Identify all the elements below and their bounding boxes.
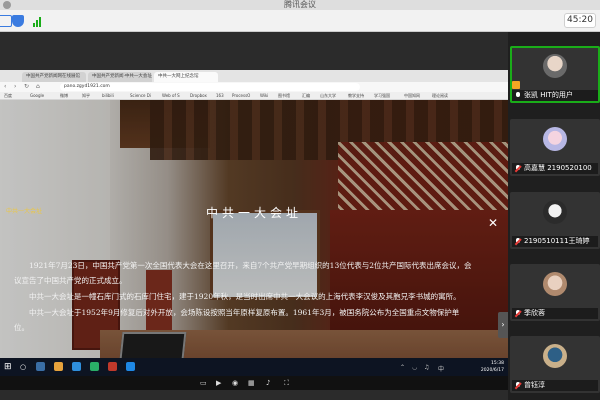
participant-nameplate: 张凯 HIT的用户	[512, 90, 598, 101]
play-icon[interactable]: ▶	[216, 378, 221, 388]
intro-paragraph: 1921年7月23日，中国共产党第一次全国代表大会在这里召开，来自7个共产党早期…	[14, 261, 472, 285]
bookmark-item[interactable]: 图书馆	[278, 92, 290, 100]
microphone-muted-icon	[515, 165, 521, 172]
vr-icon[interactable]: ▭	[200, 378, 207, 388]
shared-screen: 中国共产党新闻网在线展馆 中国共产党新闻·中共一大会址 中共一大网上纪念馆 ‹ …	[0, 32, 508, 400]
participant-name: 高嘉慧 2190520100	[524, 164, 592, 172]
participant-tile[interactable]: 高嘉慧 2190520100	[510, 119, 600, 176]
avatar	[543, 54, 567, 78]
bookmark-item[interactable]: 教学支持	[348, 92, 364, 100]
microphone-muted-icon	[515, 382, 521, 389]
network-icon[interactable]: ◡	[412, 364, 417, 371]
forward-icon[interactable]: ›	[14, 83, 16, 91]
participant-tile[interactable]: 季欣蓉	[510, 264, 600, 321]
microphone-muted-icon	[515, 238, 521, 245]
windows-taskbar: ⊞ ○ ⌃ ◡ ♫ 中 15:38 2020/6/17	[0, 358, 508, 376]
thumbnails-icon[interactable]: ▦	[248, 378, 255, 388]
bookmark-item[interactable]: 理论阅读	[432, 92, 448, 100]
intro-title: 中共一大会址	[205, 206, 302, 220]
participant-name: 张凯 HIT的用户	[524, 91, 573, 99]
participant-nameplate: 高嘉慧 2190520100	[512, 163, 598, 174]
bookmarks-bar: 百度 Google 微博 知乎 bilibili Science Di Web …	[0, 92, 508, 100]
participant-name: 曾钰淳	[524, 381, 545, 389]
panorama-viewer[interactable]: 中共一大会址 中共一大会址 ✕ 1921年7月23日，中国共产党第一次全国代表大…	[0, 100, 508, 376]
microphone-icon	[515, 92, 521, 99]
home-icon[interactable]: ⌂	[36, 83, 40, 91]
reload-icon[interactable]: ↻	[24, 83, 29, 91]
wechat-icon[interactable]	[90, 362, 99, 371]
back-icon[interactable]: ‹	[4, 83, 6, 91]
tencent-meeting-icon[interactable]	[126, 362, 135, 371]
browser-app-icon[interactable]	[72, 362, 81, 371]
ime-indicator[interactable]: 中	[438, 364, 444, 373]
bookmark-item[interactable]: 知乎	[82, 92, 90, 100]
bookmark-item[interactable]: Google	[30, 92, 44, 100]
bookmark-item[interactable]: 山东大学	[320, 92, 336, 100]
avatar	[543, 344, 567, 368]
clock-date: 2020/6/17	[480, 368, 504, 373]
bookmark-item[interactable]: ProcessO	[232, 92, 250, 100]
bookmark-item[interactable]: 微博	[60, 92, 68, 100]
address-bar: ‹ › ↻ ⌂ pano.zgyd1921.com	[0, 82, 508, 92]
host-icon	[512, 81, 520, 89]
meeting-timer: 45:20	[564, 13, 596, 28]
participant-nameplate: 季欣蓉	[512, 308, 598, 319]
bookmark-item[interactable]: 汇编	[302, 92, 310, 100]
security-shield-icon[interactable]	[12, 15, 24, 27]
browser-tab-active[interactable]: 中共一大网上纪念馆	[154, 72, 218, 82]
participant-name: 季欣蓉	[524, 309, 545, 317]
bookmark-item[interactable]: bilibili	[102, 92, 114, 100]
share-screen-icon[interactable]	[0, 15, 12, 27]
browser-window: 中国共产党新闻网在线展馆 中国共产党新闻·中共一大会址 中共一大网上纪念馆 ‹ …	[0, 70, 508, 390]
participant-tile[interactable]: 2190510111王琦婷	[510, 192, 600, 249]
avatar	[543, 272, 567, 296]
clock-time: 15:38	[491, 361, 504, 366]
network-signal-icon[interactable]	[32, 15, 44, 27]
close-icon[interactable]: ✕	[488, 216, 498, 230]
tray-chevron-icon[interactable]: ⌃	[400, 364, 405, 371]
taskbar-clock[interactable]: 15:38 2020/6/17	[481, 360, 504, 374]
chevron-right-icon[interactable]: ›	[498, 312, 508, 338]
browser-tabstrip: 中国共产党新闻网在线展馆 中国共产党新闻·中共一大会址 中共一大网上纪念馆	[0, 70, 508, 82]
search-icon[interactable]: ○	[20, 363, 26, 371]
fullscreen-icon[interactable]: ⛶	[284, 378, 289, 388]
window-titlebar: 腾讯会议	[0, 0, 600, 10]
microphone-muted-icon	[515, 310, 521, 317]
volume-icon[interactable]: ♫	[424, 364, 429, 371]
bookmark-item[interactable]: Science Di	[130, 92, 151, 100]
bookmark-item[interactable]: Web of S	[162, 92, 180, 100]
browser-tab[interactable]: 中国共产党新闻网在线展馆	[22, 72, 86, 82]
meeting-toolbar: 45:20	[0, 10, 600, 32]
browser-tab[interactable]: 中国共产党新闻·中共一大会址	[88, 72, 152, 82]
bookmark-item[interactable]: Wiki	[260, 92, 268, 100]
taskview-icon[interactable]	[36, 362, 45, 371]
start-icon[interactable]: ⊞	[4, 362, 14, 372]
bookmark-item[interactable]: 163	[216, 92, 224, 100]
url-field[interactable]: pano.zgyd1921.com	[60, 83, 360, 91]
explorer-icon[interactable]	[54, 362, 63, 371]
bookmark-item[interactable]: Dropbox	[190, 92, 207, 100]
participant-nameplate: 2190510111王琦婷	[512, 236, 598, 247]
participant-panel: 张凯 HIT的用户 高嘉慧 2190520100 2190510111王琦婷 季…	[508, 32, 600, 400]
participant-name: 2190510111王琦婷	[524, 237, 590, 245]
bookmark-item[interactable]: 百度	[4, 92, 12, 100]
gyroscope-icon[interactable]: ◉	[232, 378, 238, 388]
intro-text: 1921年7月23日，中国共产党第一次全国代表大会在这里召开，来自7个共产党早期…	[14, 258, 474, 336]
app-title: 腾讯会议	[284, 0, 316, 9]
app-icon[interactable]	[108, 362, 117, 371]
participant-nameplate: 曾钰淳	[512, 380, 598, 391]
intro-paragraph: 中共一大会址于1952年9月修复后对外开放，会场陈设按照当年原样复原布置。196…	[14, 308, 460, 332]
bookmark-item[interactable]: 学习强国	[374, 92, 390, 100]
panorama-controls: ▭ ▶ ◉ ▦ ♪ ⛶	[0, 376, 508, 390]
avatar	[543, 200, 567, 224]
intro-paragraph: 中共一大会址是一幢石库门式的石库门住宅，建于1920年秋，是当时出席中共一大会议…	[29, 292, 461, 301]
music-icon[interactable]: ♪	[266, 378, 270, 388]
avatar	[543, 127, 567, 151]
bookmark-item[interactable]: 中国知网	[404, 92, 420, 100]
participant-tile[interactable]: 曾钰淳	[510, 336, 600, 393]
participant-tile[interactable]: 张凯 HIT的用户	[510, 46, 600, 103]
